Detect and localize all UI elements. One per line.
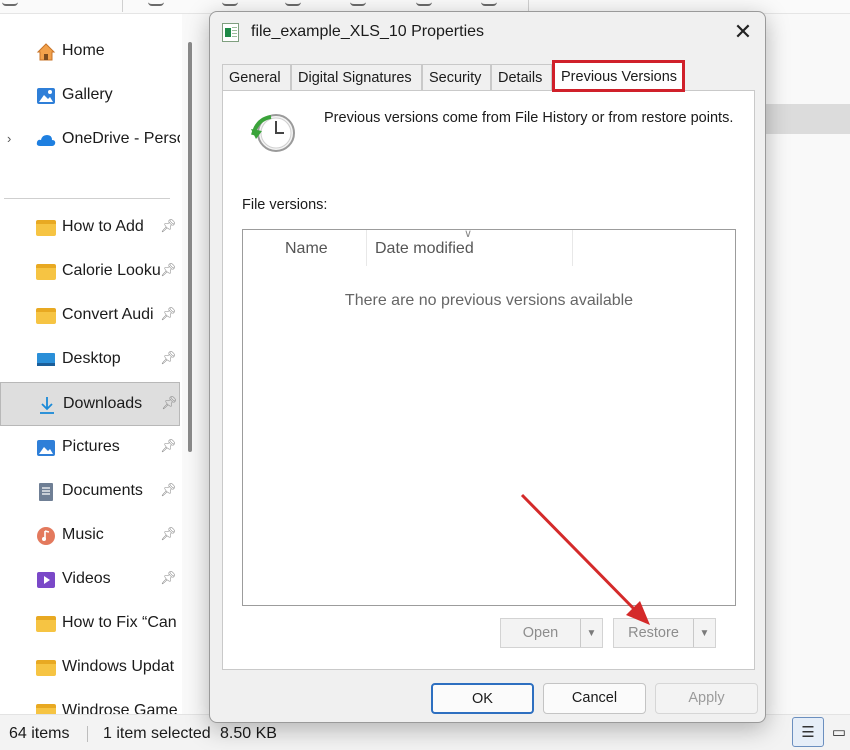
home-icon: [36, 43, 56, 61]
folder-icon: [36, 264, 56, 280]
pictures-icon: [37, 440, 55, 456]
cut-icon[interactable]: [148, 0, 164, 6]
previous-versions-description: Previous versions come from File History…: [324, 110, 734, 126]
back-icon[interactable]: [2, 0, 18, 6]
pin-icon[interactable]: 📌︎: [160, 526, 177, 542]
file-versions-list[interactable]: Name ∨ Date modified There are no previo…: [242, 228, 736, 606]
tiles-view-button[interactable]: ▭: [828, 717, 850, 747]
sidebar-item-calorie-lookup[interactable]: Calorie Looku 📌︎: [0, 250, 180, 294]
pin-icon[interactable]: 📌︎: [160, 350, 177, 366]
restore-split-button[interactable]: Restore ▼: [613, 618, 716, 648]
empty-list-message: There are no previous versions available: [344, 292, 634, 309]
folder-icon: [36, 308, 56, 324]
sidebar-item-how-to-fix[interactable]: How to Fix “Can: [0, 602, 180, 646]
file-list-row[interactable]: [762, 104, 850, 134]
onedrive-cloud-icon: [36, 135, 56, 146]
pin-icon[interactable]: 📌︎: [160, 218, 177, 234]
sidebar-item-convert-audio[interactable]: Convert Audi 📌︎: [0, 294, 180, 338]
pin-icon[interactable]: 📌︎: [160, 438, 177, 454]
previous-versions-clock-icon: [251, 114, 295, 152]
folder-icon: [36, 616, 56, 632]
sidebar-item-label: OneDrive - Perso: [62, 130, 180, 147]
desktop-icon: [37, 353, 55, 366]
cancel-button[interactable]: Cancel: [543, 683, 646, 714]
tiles-view-icon: ▭: [831, 724, 847, 741]
folder-icon: [36, 660, 56, 676]
selection-size: 8.50 KB: [220, 725, 277, 742]
folder-icon: [36, 704, 56, 714]
dialog-title: file_example_XLS_10 Properties: [251, 23, 485, 40]
chevron-down-icon[interactable]: ▼: [693, 619, 715, 647]
tab-digital-signatures[interactable]: Digital Signatures: [291, 64, 422, 91]
sidebar-divider: [4, 198, 170, 199]
download-icon: [40, 397, 54, 414]
paste-icon[interactable]: [285, 0, 301, 6]
navigation-pane: Home Gallery › OneDrive - Perso How to A…: [0, 14, 182, 714]
music-icon: [37, 527, 55, 545]
toolbar-divider: [122, 0, 123, 12]
sidebar-scrollbar[interactable]: [188, 42, 192, 452]
sidebar-item-desktop[interactable]: Desktop 📌︎: [0, 338, 180, 382]
restore-button[interactable]: Restore: [614, 619, 693, 647]
sidebar-item-pictures[interactable]: Pictures 📌︎: [0, 426, 180, 470]
previous-versions-panel: Previous versions come from File History…: [222, 90, 755, 670]
copy-icon[interactable]: [222, 0, 238, 6]
share-icon[interactable]: [416, 0, 432, 6]
tab-previous-versions[interactable]: Previous Versions: [552, 60, 685, 92]
column-divider[interactable]: [366, 230, 367, 266]
dialog-titlebar[interactable]: file_example_XLS_10 Properties ✕: [210, 12, 765, 52]
pin-icon[interactable]: 📌︎: [160, 262, 177, 278]
chevron-down-icon[interactable]: ▼: [580, 619, 602, 647]
details-view-button[interactable]: ☰: [792, 717, 824, 747]
sidebar-item-windrose-game[interactable]: Windrose Game: [0, 690, 180, 714]
sidebar-item-onedrive[interactable]: › OneDrive - Perso: [0, 118, 180, 162]
sidebar-item-gallery[interactable]: Gallery: [0, 74, 180, 118]
properties-dialog: file_example_XLS_10 Properties ✕ General…: [209, 11, 766, 723]
pin-icon[interactable]: 📌︎: [160, 482, 177, 498]
ok-button[interactable]: OK: [431, 683, 534, 714]
sidebar-item-music[interactable]: Music 📌︎: [0, 514, 180, 558]
chevron-right-icon[interactable]: ›: [7, 131, 11, 146]
documents-icon: [39, 483, 53, 501]
sidebar-item-label: How to Fix “Can: [62, 614, 177, 631]
sidebar-item-label: Gallery: [62, 86, 113, 103]
file-versions-label: File versions:: [242, 197, 328, 213]
sidebar-item-home[interactable]: Home: [0, 30, 180, 74]
selection-count: 1 item selected: [103, 725, 211, 742]
sidebar-item-documents[interactable]: Documents 📌︎: [0, 470, 180, 514]
status-divider: [87, 726, 88, 742]
column-header-name[interactable]: Name: [285, 230, 328, 266]
close-button[interactable]: ✕: [726, 17, 760, 47]
sidebar-item-videos[interactable]: Videos 📌︎: [0, 558, 180, 602]
tab-general[interactable]: General: [222, 64, 291, 91]
column-divider[interactable]: [572, 230, 573, 266]
sidebar-item-label: Home: [62, 42, 105, 59]
pin-icon[interactable]: 📌︎: [161, 395, 178, 411]
pin-icon[interactable]: 📌︎: [160, 306, 177, 322]
tab-security[interactable]: Security: [422, 64, 491, 91]
sidebar-item-downloads[interactable]: Downloads 📌︎: [0, 382, 180, 426]
delete-icon[interactable]: [481, 0, 497, 6]
item-count: 64 items: [9, 725, 70, 742]
close-icon: ✕: [733, 19, 753, 44]
open-split-button[interactable]: Open ▼: [500, 618, 603, 648]
rename-icon[interactable]: [350, 0, 366, 6]
apply-button[interactable]: Apply: [655, 683, 758, 714]
gallery-icon: [37, 88, 55, 104]
sidebar-item-windows-update[interactable]: Windows Updat: [0, 646, 180, 690]
pin-icon[interactable]: 📌︎: [160, 570, 177, 586]
folder-icon: [36, 220, 56, 236]
details-view-icon: ☰: [801, 724, 815, 741]
tab-details[interactable]: Details: [491, 64, 552, 91]
excel-file-icon: [222, 23, 239, 42]
videos-icon: [37, 572, 55, 588]
open-button[interactable]: Open: [501, 619, 580, 647]
sidebar-item-label: Windows Updat: [62, 658, 175, 675]
sidebar-item-label: Windrose Game: [62, 702, 178, 714]
sidebar-item-how-to-add[interactable]: How to Add 📌︎: [0, 206, 180, 250]
column-header-date-modified[interactable]: Date modified: [375, 230, 474, 266]
